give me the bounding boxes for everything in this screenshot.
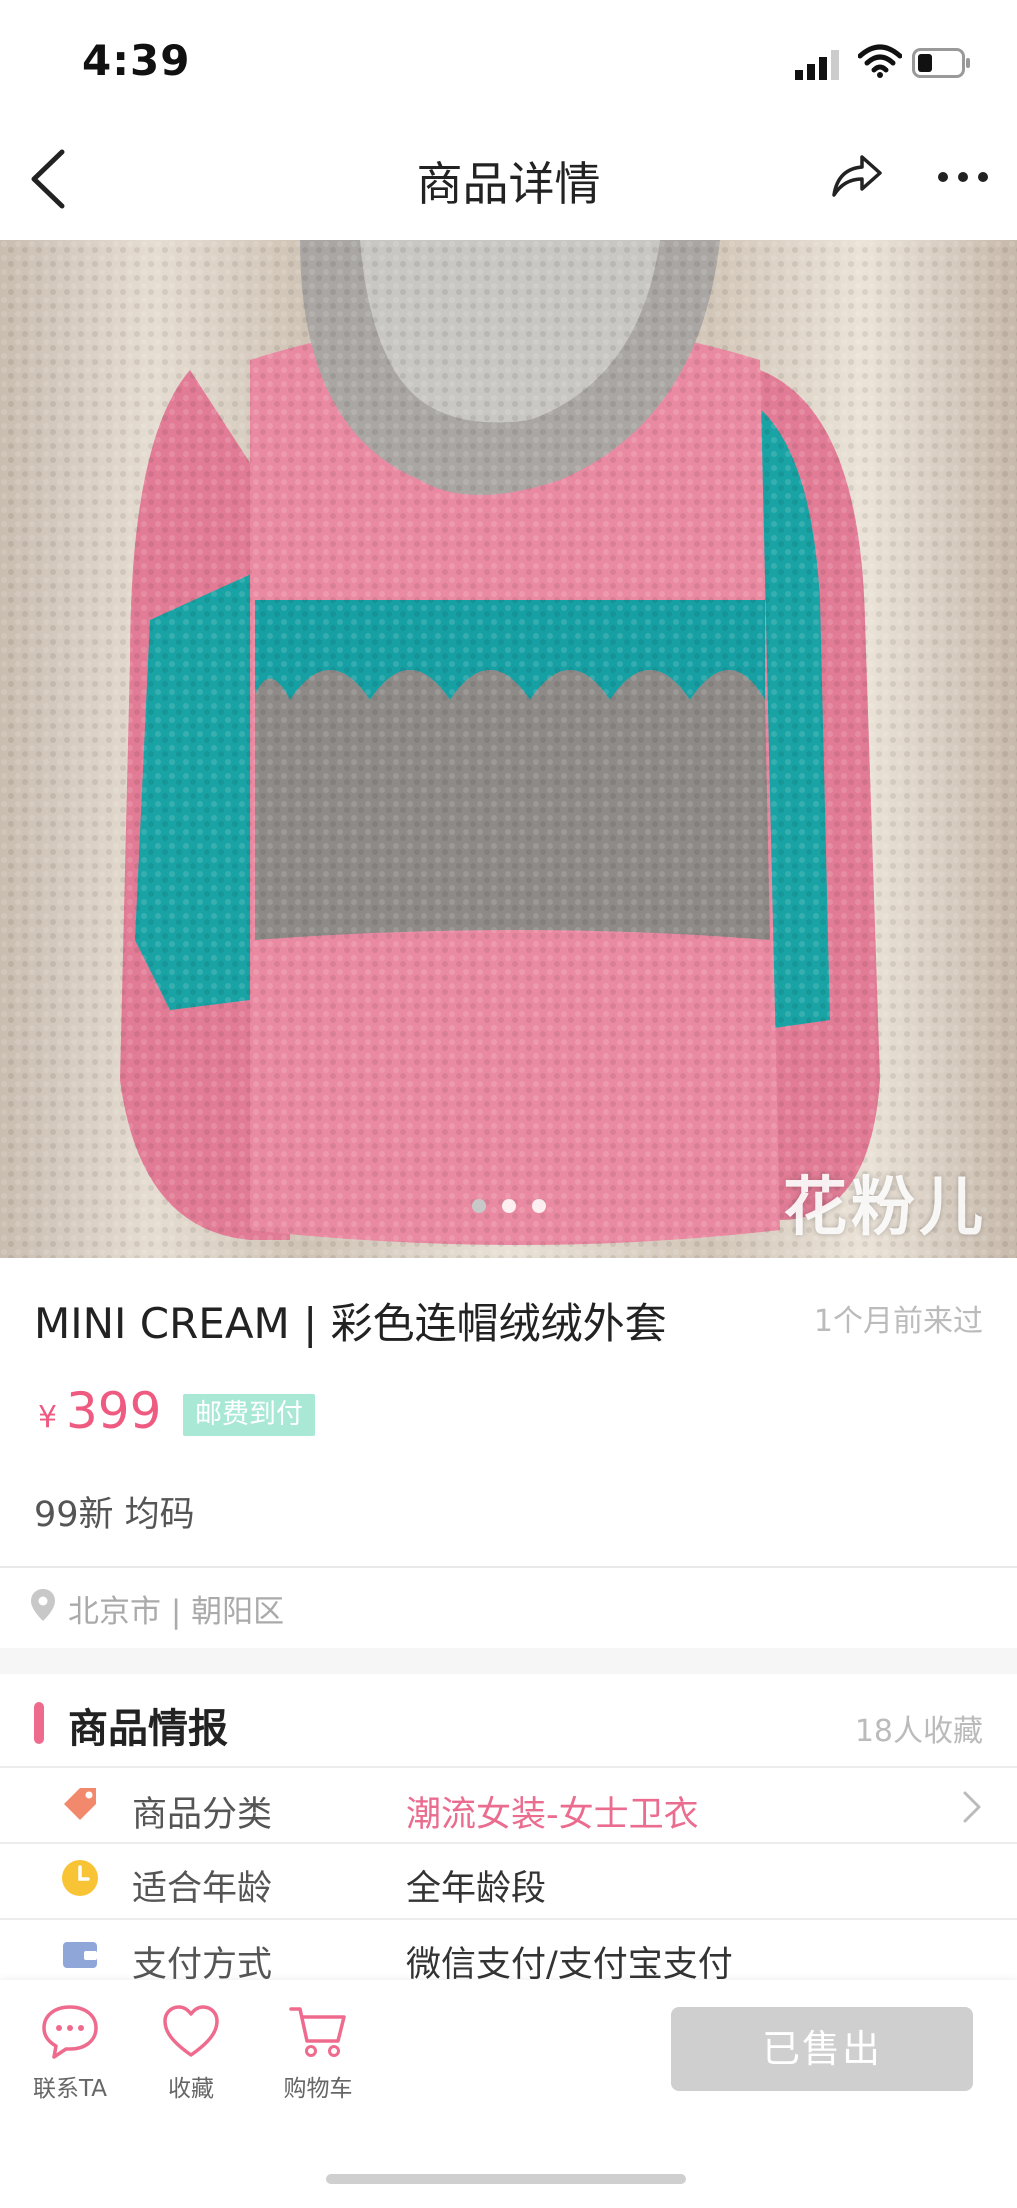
wallet-icon <box>63 1942 97 1968</box>
tag-icon <box>64 1788 96 1820</box>
share-icon[interactable] <box>830 153 884 199</box>
battery-icon <box>912 48 970 78</box>
section-accent-bar <box>34 1702 44 1744</box>
location-text: 北京市 | 朝阳区 <box>68 1594 285 1630</box>
hoodie-illustration <box>0 240 1017 1258</box>
row-label: 适合年龄 <box>132 1869 273 1909</box>
divider <box>0 1566 1017 1568</box>
price-value: 399 <box>66 1382 162 1440</box>
more-icon[interactable] <box>937 170 989 184</box>
carousel-indicator <box>0 1198 1017 1217</box>
home-indicator[interactable] <box>326 2174 686 2184</box>
wifi-icon <box>858 44 902 78</box>
contact-label: 联系TA <box>33 2076 107 2102</box>
carousel-dot-2 <box>501 1199 516 1213</box>
row-label: 商品分类 <box>132 1795 273 1835</box>
cart-label: 购物车 <box>283 2076 353 2102</box>
carousel-dot-1 <box>471 1199 486 1213</box>
section-title: 商品情报 <box>68 1706 228 1752</box>
product-photo[interactable]: 花粉儿 <box>0 240 1017 1258</box>
row-value: 微信支付/支付宝支付 <box>406 1945 733 1980</box>
cart-button[interactable]: 购物车 <box>258 2003 378 2113</box>
row-value: 全年龄段 <box>406 1869 547 1909</box>
section-spacer <box>0 1648 1017 1674</box>
location-pin-icon <box>31 1589 55 1621</box>
shopping-cart-icon <box>289 2007 346 2057</box>
favorite-button[interactable]: 收藏 <box>131 2003 251 2113</box>
seller-last-visit: 1个月前来过 <box>813 1304 983 1339</box>
info-row-payment: 支付方式 微信支付/支付宝支付 <box>0 1920 1017 1980</box>
contact-button[interactable]: 联系TA <box>10 2003 130 2113</box>
info-row-age: 适合年龄 全年龄段 <box>0 1844 1017 1918</box>
sold-out-button[interactable]: 已售出 <box>671 2007 973 2091</box>
postage-badge: 邮费到付 <box>183 1394 315 1436</box>
row-value: 潮流女装-女士卫衣 <box>406 1795 699 1835</box>
row-label: 支付方式 <box>132 1945 273 1980</box>
status-time: 4:39 <box>82 36 191 85</box>
signal-icon <box>795 50 839 80</box>
product-title: MINI CREAM | 彩色连帽绒绒外套 <box>34 1299 667 1348</box>
chevron-right-icon <box>963 1791 981 1823</box>
heart-icon <box>163 2005 219 2057</box>
product-condition: 99新 均码 <box>34 1495 195 1535</box>
chat-bubble-icon <box>42 2005 98 2059</box>
favorite-count: 18人收藏 <box>854 1714 983 1749</box>
price-currency: ¥ <box>38 1400 58 1435</box>
favorite-label: 收藏 <box>168 2076 214 2102</box>
clock-icon <box>62 1860 98 1896</box>
carousel-dot-3 <box>531 1199 546 1213</box>
info-row-category[interactable]: 商品分类 潮流女装-女士卫衣 <box>0 1768 1017 1842</box>
